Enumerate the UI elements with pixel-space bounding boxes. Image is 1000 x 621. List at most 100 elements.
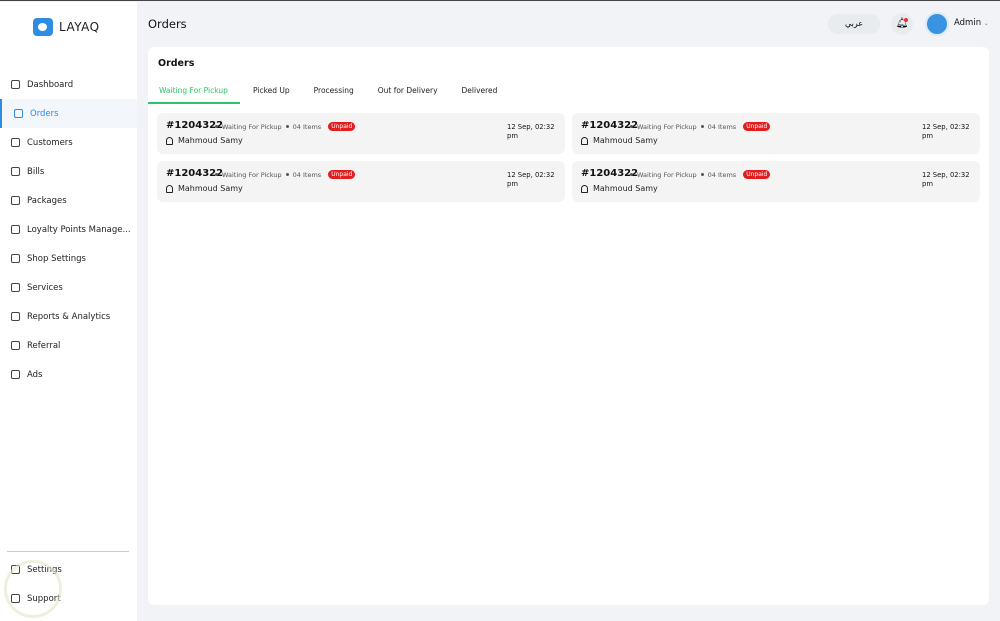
order-date: 12 Sep, 02:32 pm (922, 171, 970, 188)
grid-icon (11, 80, 20, 89)
order-card[interactable]: #1204322 Waiting For Pickup 04 Items Unpai… (572, 113, 980, 154)
user-icon (166, 184, 173, 193)
sidebar-item-label: Orders (30, 108, 59, 119)
order-meta: Waiting For Pickup 04 Items Unpaid (215, 170, 356, 179)
language-toggle-button[interactable]: عربي (828, 14, 880, 34)
bullet (285, 173, 289, 176)
sidebar-item-customers[interactable]: Customers (0, 128, 137, 157)
bullet (285, 125, 289, 128)
payment-badge: Unpaid (328, 122, 356, 131)
page-title: Orders (148, 17, 187, 31)
user-menu[interactable]: Admin ⌄ (954, 18, 989, 28)
order-items: 04 Items (292, 122, 322, 131)
user-name: Admin (954, 18, 982, 28)
tab-waiting-for-pickup[interactable]: Waiting For Pickup (148, 80, 240, 104)
tab-processing[interactable]: Processing (303, 80, 365, 104)
brand-name: LAYAQ (59, 20, 100, 34)
sidebar-item-loyalty-points-manage[interactable]: Loyalty Points Manage... (0, 215, 137, 244)
briefcase-icon (11, 283, 20, 292)
order-meta: Waiting For Pickup 04 Items Unpaid (215, 122, 356, 131)
clipboard-icon (14, 109, 23, 118)
customer-name: Mahmoud Samy (593, 136, 658, 145)
sidebar-item-dashboard[interactable]: Dashboard (0, 70, 137, 99)
order-status: Waiting For Pickup (222, 170, 282, 179)
order-status: Waiting For Pickup (637, 122, 697, 131)
status-tabs: Waiting For Pickup Picked Up Processing Out… (148, 80, 510, 104)
payment-badge: Unpaid (743, 170, 771, 179)
user-icon (581, 136, 588, 145)
bullet (215, 125, 218, 128)
panel-title: Orders (158, 58, 195, 69)
orders-panel: Orders Waiting For Pickup Picked Up Proces… (148, 47, 989, 605)
sidebar-item-packages[interactable]: Packages (0, 186, 137, 215)
order-date: 12 Sep, 02:32 pm (507, 123, 555, 140)
chevron-down-icon: ⌄ (983, 20, 989, 27)
sidebar-item-label: Loyalty Points Manage... (27, 224, 131, 235)
bullet (700, 125, 704, 128)
order-card[interactable]: #1204322 Waiting For Pickup 04 Items Unpai… (572, 161, 980, 202)
bullet (630, 125, 633, 128)
customer: Mahmoud Samy (166, 184, 243, 193)
customer-name: Mahmoud Samy (593, 184, 658, 193)
order-items: 04 Items (707, 170, 737, 179)
customer: Mahmoud Samy (581, 136, 658, 145)
sidebar-item-label: Ads (27, 369, 43, 380)
bill-icon (11, 167, 20, 176)
sidebar-item-reports-analytics[interactable]: Reports & Analytics (0, 302, 137, 331)
sidebar-item-services[interactable]: Services (0, 273, 137, 302)
sidebar-item-label: Reports & Analytics (27, 311, 111, 322)
bullet (700, 173, 704, 176)
order-card[interactable]: #1204322 Waiting For Pickup 04 Items Unpai… (157, 113, 565, 154)
sidebar: LAYAQ Dashboard Orders Customers Bills Packa… (0, 2, 137, 621)
customer-name: Mahmoud Samy (178, 184, 243, 193)
watermark-logo (4, 560, 62, 618)
avatar[interactable] (925, 12, 949, 36)
package-icon (11, 196, 20, 205)
sidebar-item-bills[interactable]: Bills (0, 157, 137, 186)
shop-icon (11, 254, 20, 263)
customer-name: Mahmoud Samy (178, 136, 243, 145)
sidebar-item-shop-settings[interactable]: Shop Settings (0, 244, 137, 273)
order-date: 12 Sep, 02:32 pm (507, 171, 555, 188)
orders-list: #1204322 Waiting For Pickup 04 Items Unpai… (157, 113, 980, 202)
tab-out-for-delivery[interactable]: Out for Delivery (367, 80, 449, 104)
order-status: Waiting For Pickup (637, 170, 697, 179)
chart-icon (11, 312, 20, 321)
sidebar-item-label: Referral (27, 340, 61, 351)
tab-delivered[interactable]: Delivered (451, 80, 509, 104)
sidebar-item-label: Packages (27, 195, 67, 206)
order-date: 12 Sep, 02:32 pm (922, 123, 970, 140)
user-icon (166, 136, 173, 145)
sidebar-item-label: Shop Settings (27, 253, 86, 264)
sidebar-item-label: Customers (27, 137, 73, 148)
bullet (215, 173, 218, 176)
order-meta: Waiting For Pickup 04 Items Unpaid (630, 122, 771, 131)
payment-badge: Unpaid (743, 122, 771, 131)
id-card-icon (11, 138, 20, 147)
sidebar-item-ads[interactable]: Ads (0, 360, 137, 389)
order-items: 04 Items (707, 122, 737, 131)
payment-badge: Unpaid (328, 170, 356, 179)
megaphone-icon (11, 370, 20, 379)
logo[interactable]: LAYAQ (33, 18, 100, 36)
sidebar-item-label: Dashboard (27, 79, 74, 90)
sidebar-item-referral[interactable]: Referral (0, 331, 137, 360)
award-icon (11, 225, 20, 234)
notification-dot (904, 18, 908, 22)
user-icon (581, 184, 588, 193)
notifications-button[interactable]: 🔔︎ (891, 13, 913, 35)
tab-picked-up[interactable]: Picked Up (242, 80, 301, 104)
referral-icon (11, 341, 20, 350)
customer: Mahmoud Samy (166, 136, 243, 145)
sidebar-nav: Dashboard Orders Customers Bills Packages Loy… (0, 70, 137, 389)
sidebar-item-label: Bills (27, 166, 45, 177)
order-status: Waiting For Pickup (222, 122, 282, 131)
sidebar-item-label: Services (27, 282, 63, 293)
bullet (630, 173, 633, 176)
sidebar-item-orders[interactable]: Orders (0, 99, 137, 128)
order-card[interactable]: #1204322 Waiting For Pickup 04 Items Unpai… (157, 161, 565, 202)
customer: Mahmoud Samy (581, 184, 658, 193)
order-meta: Waiting For Pickup 04 Items Unpaid (630, 170, 771, 179)
logo-icon (33, 18, 53, 36)
divider (7, 551, 129, 552)
